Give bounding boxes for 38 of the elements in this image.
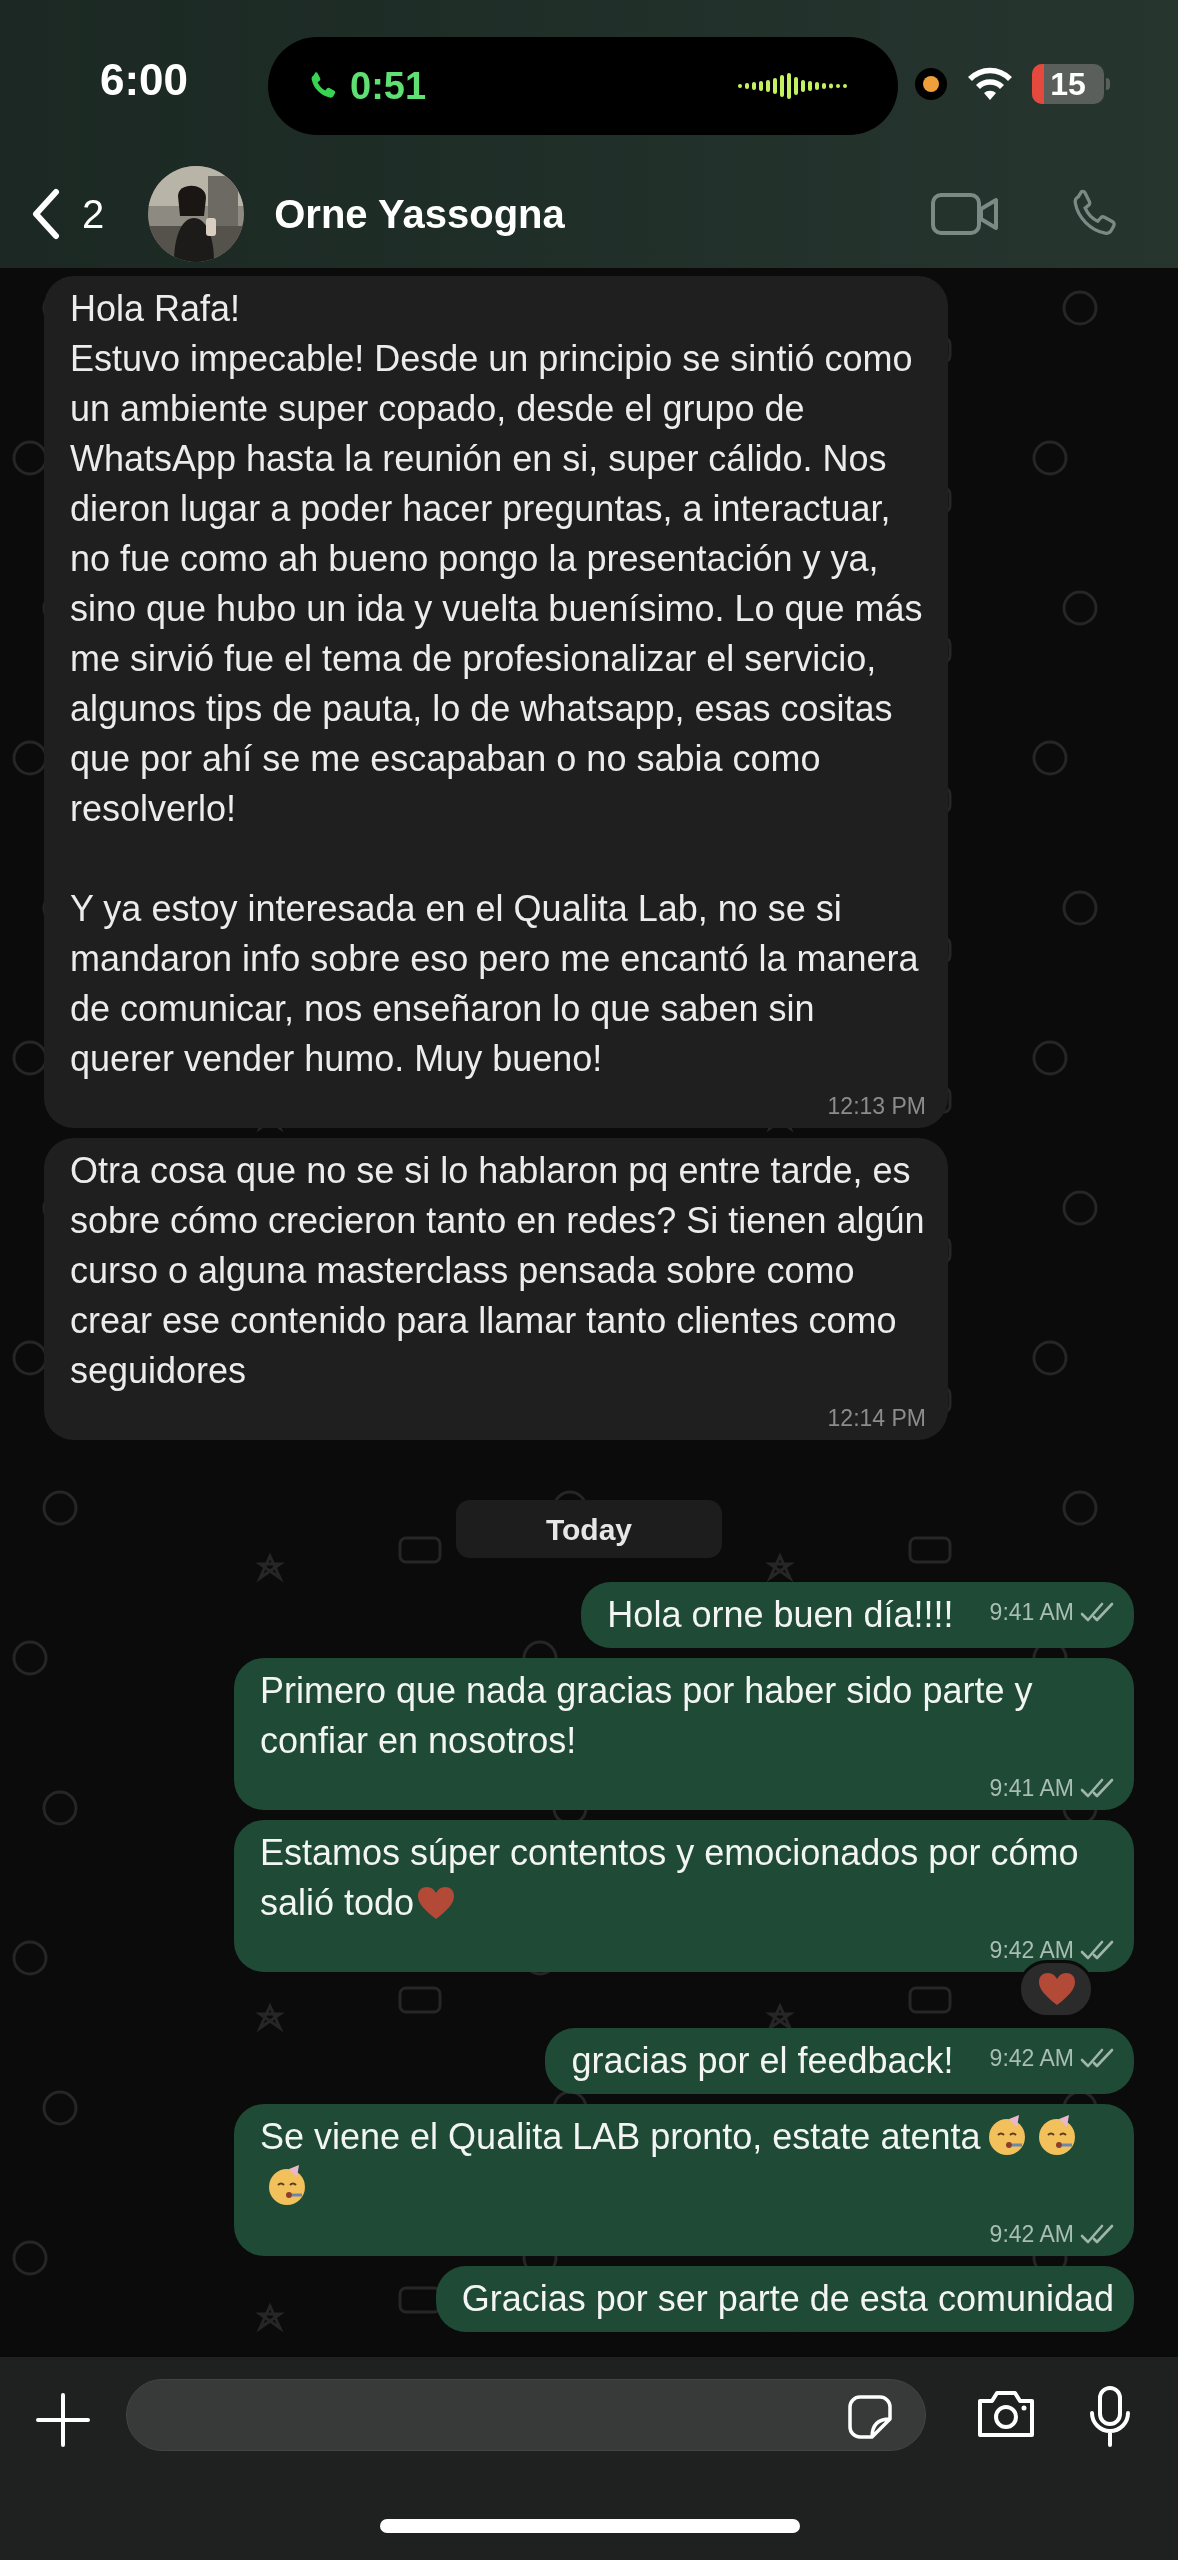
message-text: Se viene el Qualita LAB pronto, estate atenta [260, 2112, 1114, 2212]
wifi-icon [966, 66, 1014, 102]
message-text: Gracias por ser parte de esta comunidad [461, 2277, 1114, 2321]
sticker-icon[interactable] [846, 2393, 894, 2441]
message-text: Hola orne buen día!!!! [607, 1593, 954, 1637]
message-time: 9:41 AM [989, 1600, 1074, 1624]
message-time: 9:42 AM [989, 2046, 1074, 2070]
sent-message-bubble[interactable]: Hola orne buen día!!!! 9:41 AM [581, 1582, 1134, 1648]
message-text: Hola Rafa! Estuvo impecable! Desde un principio se sintió como un ambiente super copado, desde el grupo de WhatsApp hasta la reunión en si, super cálido. Nos dieron lugar a poder hacer preguntas, a interactuar, no fue como ah bueno pongo la presentación y ya, sino que hubo un ida y vuelta buenísimo. Lo que más me sirvió fue el tema de profesionalizar el servicio, algunos tips de pauta, lo de whatsapp, esas cositas que por ahí se me escapaban o no sabia como resolverlo! Y ya estoy interesada en el Qualita Lab, no se si mandaron info sobre eso pero me encantó la manera de comunicar, nos enseñaron lo que saben sin querer vender humo. Muy bueno! [70, 287, 924, 1081]
message-time: 9:42 AM [989, 2222, 1074, 2246]
message-text: Otra cosa que no se si lo hablaron pq entre tarde, es sobre cómo crecieron tanto en redes? Si tienen algún curso o alguna masterclass pensada sobre como crear ese contenido para llamar tanto clientes como seguidores [70, 1149, 926, 1393]
video-call-icon[interactable] [930, 190, 1000, 238]
back-button[interactable]: 2 [30, 184, 105, 244]
sent-message-bubble[interactable]: Gracias por ser parte de esta comunidad [435, 2266, 1134, 2332]
sent-message-bubble[interactable]: Primero que nada gracias por haber sido parte y confiar en nosotros! 9:41 AM [234, 1658, 1134, 1810]
clock-time: 6:00 [100, 58, 189, 102]
message-time: 12:14 PM [827, 1406, 926, 1430]
microphone-icon[interactable] [1088, 2385, 1132, 2447]
recording-dot-icon [914, 67, 948, 101]
message-time: 12:13 PM [827, 1094, 926, 1118]
message-time: 9:41 AM [989, 1776, 1074, 1800]
sent-message-bubble[interactable]: Estamos súper contentos y emocionados por cómo salió todo 9:42 AM [234, 1820, 1134, 1972]
call-timer: 0:51 [350, 63, 427, 109]
message-text: Estamos súper contentos y emocionados por cómo salió todo [260, 1831, 1080, 1925]
add-icon[interactable] [36, 2393, 90, 2447]
date-chip: Today [456, 1500, 722, 1558]
chevron-left-icon [30, 188, 60, 240]
sent-message-bubble[interactable]: gracias por el feedback! 9:42 AM [545, 2028, 1134, 2094]
battery-indicator: 15 [1032, 64, 1104, 104]
sent-message-bubble[interactable]: Se viene el Qualita LAB pronto, estate atenta 9:42 AM [234, 2104, 1134, 2256]
message-text: gracias por el feedback! [571, 2039, 954, 2083]
heart-icon [416, 1885, 457, 1921]
contact-name[interactable]: Orne Yassogna [274, 184, 565, 244]
message-time: 9:42 AM [989, 1938, 1074, 1962]
message-text: Primero que nada gracias por haber sido parte y confiar en nosotros! [260, 1669, 1034, 1763]
received-message-bubble[interactable] [44, 1138, 948, 1440]
call-indicator[interactable]: 0:51 [268, 37, 898, 135]
heart-icon [1037, 1971, 1077, 2007]
